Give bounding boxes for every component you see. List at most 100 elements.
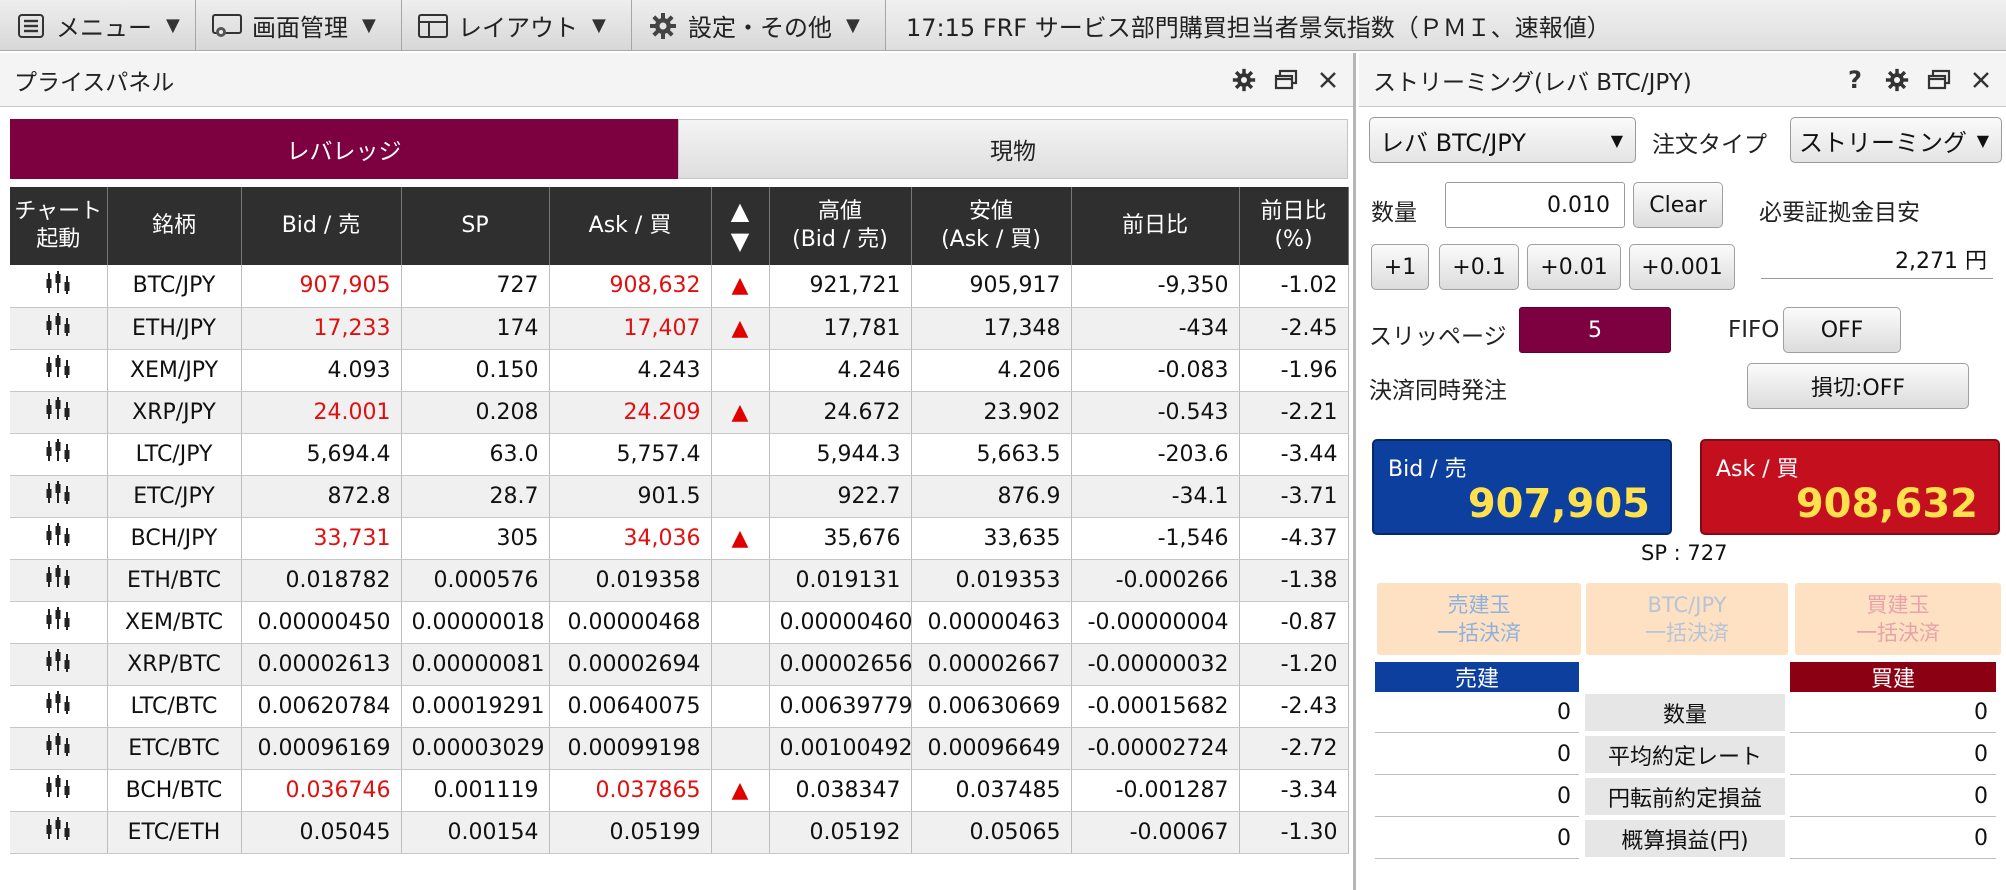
bid-cell[interactable]: 0.018782 bbox=[241, 559, 402, 602]
sort-up-icon[interactable]: ▲ bbox=[731, 197, 749, 225]
popout-window-icon[interactable] bbox=[1926, 67, 1952, 93]
candlestick-chart-icon[interactable] bbox=[45, 439, 71, 470]
bid-cell[interactable]: 0.00620784 bbox=[241, 685, 402, 728]
table-row[interactable]: XEM/BTC 0.00000450 0.00000018 0.00000468 0.0… bbox=[10, 601, 1349, 644]
qty-input[interactable]: 0.010 bbox=[1445, 182, 1625, 228]
increment-0.001-button[interactable]: +0.001 bbox=[1629, 244, 1735, 290]
col-ask[interactable]: Ask / 買 bbox=[549, 187, 712, 265]
ask-cell[interactable]: 0.019358 bbox=[549, 559, 712, 602]
table-row[interactable]: LTC/JPY 5,694.4 63.0 5,757.4 5,944.3 5,663.5-… bbox=[10, 433, 1349, 476]
table-row[interactable]: ETH/JPY 17,233 174 17,407 ▲ 17,781 17,348 -434-… bbox=[10, 307, 1349, 350]
ask-cell[interactable]: 901.5 bbox=[549, 475, 712, 518]
popout-window-icon[interactable] bbox=[1273, 67, 1299, 93]
table-row[interactable]: ETC/JPY 872.8 28.7 901.5 922.7 876.9 -34.1 -3.7… bbox=[10, 475, 1349, 518]
candlestick-chart-icon[interactable] bbox=[45, 691, 71, 722]
candlestick-chart-icon[interactable] bbox=[45, 313, 71, 344]
chart-launch-cell[interactable] bbox=[10, 475, 108, 518]
candlestick-chart-icon[interactable] bbox=[45, 270, 71, 302]
bid-cell[interactable]: 907,905 bbox=[241, 265, 402, 308]
bulk-close-buy-button[interactable]: 買建玉 一括決済 bbox=[1795, 583, 2001, 655]
chart-launch-cell[interactable] bbox=[10, 559, 108, 602]
bid-cell[interactable]: 0.036746 bbox=[241, 769, 402, 812]
chart-launch-cell[interactable] bbox=[10, 643, 108, 686]
close-icon[interactable] bbox=[1315, 67, 1341, 93]
candlestick-chart-icon[interactable] bbox=[45, 775, 71, 806]
col-sort[interactable]: ▲ ▼ bbox=[711, 187, 770, 265]
chart-launch-cell[interactable] bbox=[10, 433, 108, 476]
stoploss-toggle[interactable]: 損切:OFF bbox=[1747, 363, 1969, 409]
ask-buy-button[interactable]: Ask / 買 908,632 bbox=[1700, 439, 2000, 535]
bulk-close-symbol-button[interactable]: BTC/JPY 一括決済 bbox=[1586, 583, 1788, 655]
settings-other-button[interactable]: 設定・その他 ▼ bbox=[632, 0, 886, 51]
clear-button[interactable]: Clear bbox=[1633, 182, 1723, 228]
bid-cell[interactable]: 17,233 bbox=[241, 307, 402, 350]
candlestick-chart-icon[interactable] bbox=[45, 607, 71, 638]
chart-launch-cell[interactable] bbox=[10, 349, 108, 392]
col-symbol[interactable]: 銘柄 bbox=[107, 187, 242, 265]
ask-cell[interactable]: 0.00099198 bbox=[549, 727, 712, 770]
candlestick-chart-icon[interactable] bbox=[45, 733, 71, 764]
chart-launch-cell[interactable] bbox=[10, 769, 108, 812]
tab-spot[interactable]: 現物 bbox=[678, 119, 1348, 179]
bid-cell[interactable]: 24.001 bbox=[241, 391, 402, 434]
gear-icon[interactable] bbox=[1884, 67, 1910, 93]
table-row[interactable]: ETH/BTC 0.018782 0.000576 0.019358 0.019131 0… bbox=[10, 559, 1349, 602]
fifo-toggle[interactable]: OFF bbox=[1783, 307, 1901, 353]
bulk-close-sell-button[interactable]: 売建玉 一括決済 bbox=[1377, 583, 1581, 655]
chart-launch-cell[interactable] bbox=[10, 727, 108, 770]
chart-launch-cell[interactable] bbox=[10, 811, 108, 854]
bid-cell[interactable]: 5,694.4 bbox=[241, 433, 402, 476]
col-high[interactable]: 高値 (Bid / 売) bbox=[769, 187, 912, 265]
sort-down-icon[interactable]: ▼ bbox=[731, 227, 749, 255]
col-change[interactable]: 前日比 bbox=[1071, 187, 1240, 265]
candlestick-chart-icon[interactable] bbox=[45, 649, 71, 680]
table-row[interactable]: BCH/BTC 0.036746 0.001119 0.037865 ▲ 0.038347… bbox=[10, 769, 1349, 812]
table-row[interactable]: LTC/BTC 0.00620784 0.00019291 0.00640075 0.0… bbox=[10, 685, 1349, 728]
tab-leverage[interactable]: レバレッジ bbox=[10, 119, 678, 179]
candlestick-chart-icon[interactable] bbox=[45, 565, 71, 596]
table-row[interactable]: XEM/JPY 4.093 0.150 4.243 4.246 4.206 -0.083 -1… bbox=[10, 349, 1349, 392]
slippage-input[interactable]: 5 bbox=[1519, 307, 1671, 353]
table-row[interactable]: ETC/ETH 0.05045 0.00154 0.05199 0.05192 0.050… bbox=[10, 811, 1349, 854]
layout-button[interactable]: レイアウト ▼ bbox=[402, 0, 632, 51]
bid-cell[interactable]: 0.05045 bbox=[241, 811, 402, 854]
bid-cell[interactable]: 4.093 bbox=[241, 349, 402, 392]
candlestick-chart-icon[interactable] bbox=[45, 397, 71, 428]
candlestick-chart-icon[interactable] bbox=[45, 523, 71, 554]
bid-cell[interactable]: 0.00096169 bbox=[241, 727, 402, 770]
table-row[interactable]: XRP/JPY 24.001 0.208 24.209 ▲ 24.672 23.902 -0.… bbox=[10, 391, 1349, 434]
candlestick-chart-icon[interactable] bbox=[45, 481, 71, 512]
increment-1-button[interactable]: +1 bbox=[1371, 244, 1429, 290]
symbol-select[interactable]: レバ BTC/JPY ▼ bbox=[1369, 117, 1636, 163]
news-ticker[interactable]: 17:15 FRF サービス部門購買担当者景気指数（ＰＭＩ、速報値） bbox=[886, 0, 2006, 50]
table-row[interactable]: BTC/JPY 907,905 727 908,632 ▲ 921,721 905,917-… bbox=[10, 265, 1349, 308]
bid-sell-button[interactable]: Bid / 売 907,905 bbox=[1372, 439, 1672, 535]
ask-cell[interactable]: 0.037865 bbox=[549, 769, 712, 812]
chart-launch-cell[interactable] bbox=[10, 601, 108, 644]
increment-0.01-button[interactable]: +0.01 bbox=[1527, 244, 1621, 290]
bid-cell[interactable]: 872.8 bbox=[241, 475, 402, 518]
col-sp[interactable]: SP bbox=[401, 187, 550, 265]
ask-cell[interactable]: 5,757.4 bbox=[549, 433, 712, 476]
candlestick-chart-icon[interactable] bbox=[45, 817, 71, 848]
help-icon[interactable]: ? bbox=[1842, 66, 1868, 94]
ask-cell[interactable]: 0.00000468 bbox=[549, 601, 712, 644]
table-row[interactable]: BCH/JPY 33,731 305 34,036 ▲ 35,676 33,635 -1,54… bbox=[10, 517, 1349, 560]
close-icon[interactable] bbox=[1968, 67, 1994, 93]
ask-cell[interactable]: 0.05199 bbox=[549, 811, 712, 854]
screen-manage-button[interactable]: 画面管理 ▼ bbox=[196, 0, 402, 51]
col-change-pct[interactable]: 前日比 (%) bbox=[1239, 187, 1349, 265]
table-row[interactable]: ETC/BTC 0.00096169 0.00003029 0.00099198 0.0… bbox=[10, 727, 1349, 770]
increment-0.1-button[interactable]: +0.1 bbox=[1439, 244, 1519, 290]
gear-icon[interactable] bbox=[1231, 67, 1257, 93]
menu-button[interactable]: メニュー ▼ bbox=[0, 0, 196, 51]
order-type-select[interactable]: ストリーミング ▼ bbox=[1790, 117, 2002, 163]
ask-cell[interactable]: 4.243 bbox=[549, 349, 712, 392]
table-row[interactable]: XRP/BTC 0.00002613 0.00000081 0.00002694 0.0… bbox=[10, 643, 1349, 686]
ask-cell[interactable]: 34,036 bbox=[549, 517, 712, 560]
bid-cell[interactable]: 0.00000450 bbox=[241, 601, 402, 644]
chart-launch-cell[interactable] bbox=[10, 685, 108, 728]
candlestick-chart-icon[interactable] bbox=[45, 355, 71, 386]
chart-launch-cell[interactable] bbox=[10, 391, 108, 434]
ask-cell[interactable]: 908,632 bbox=[549, 265, 712, 308]
